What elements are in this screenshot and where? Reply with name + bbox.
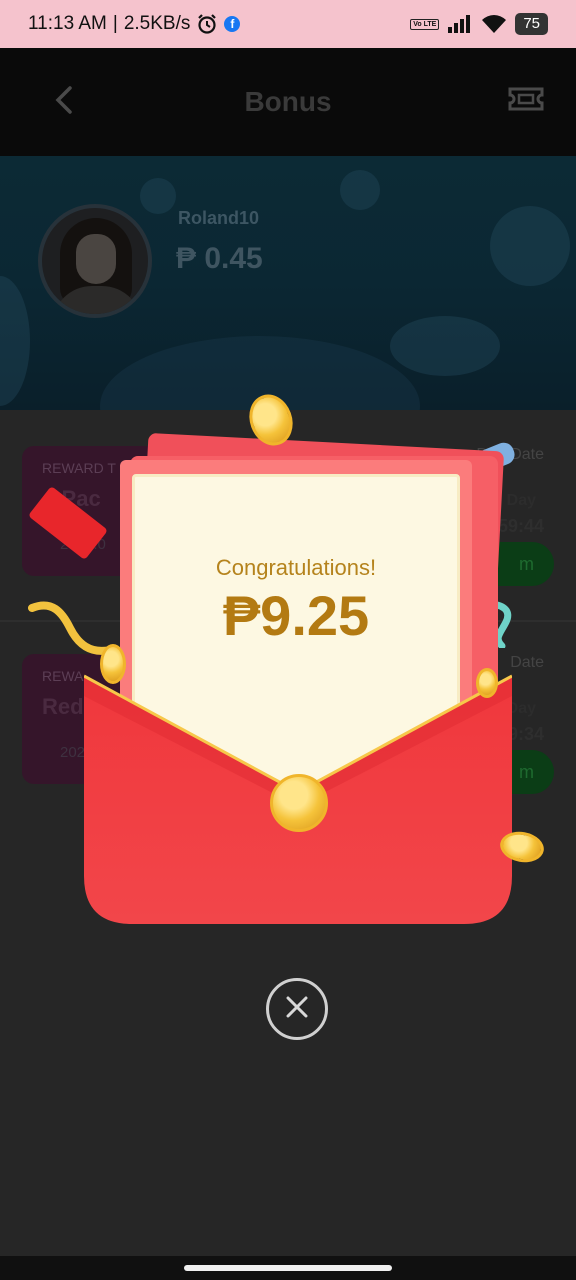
close-button[interactable]: [266, 978, 328, 1040]
decor-bubble: [490, 206, 570, 286]
decor-bubble: [140, 178, 176, 214]
chevron-left-icon: [54, 85, 74, 120]
signal-icon: [447, 14, 473, 34]
avatar-face: [76, 234, 116, 284]
back-button[interactable]: [48, 82, 80, 122]
app-header: Bonus: [0, 48, 576, 156]
envelope-coin: [100, 644, 126, 684]
decor-bubble: [390, 316, 500, 376]
envelope-coin: [476, 668, 498, 698]
envelope-seal-coin: [270, 774, 328, 832]
confetti-red: [27, 485, 109, 561]
status-right: Vo LTE 75: [410, 13, 548, 35]
status-bar: 11:13 AM | 2.5KB/s f Vo LTE 75: [0, 0, 576, 48]
status-left: 11:13 AM | 2.5KB/s f: [28, 13, 241, 35]
balance-amount: ₱ 0.45: [176, 242, 263, 275]
alarm-icon: [196, 13, 218, 35]
ticket-icon: [508, 87, 544, 116]
wifi-icon: [481, 14, 507, 34]
decor-bubble: [340, 170, 380, 210]
battery-indicator: 75: [515, 13, 548, 35]
congrats-text: Congratulations!: [215, 555, 377, 580]
page-title: Bonus: [244, 86, 332, 117]
ticket-button[interactable]: [508, 86, 544, 112]
status-time: 11:13 AM: [28, 13, 107, 34]
close-icon: [283, 993, 311, 1026]
reward-amount: ₱9.25: [222, 584, 370, 647]
facebook-icon: f: [224, 16, 241, 32]
home-indicator[interactable]: [184, 1265, 392, 1271]
network-speed: 2.5KB/s: [123, 13, 191, 34]
username: Roland10: [178, 208, 260, 228]
status-separator: |: [112, 13, 118, 34]
avatar: [38, 204, 152, 318]
profile-banner: Roland10 ₱ 0.45: [0, 156, 576, 410]
volte-icon: Vo LTE: [410, 18, 440, 30]
red-packet-popup: Congratulations! ₱9.25: [0, 380, 576, 940]
